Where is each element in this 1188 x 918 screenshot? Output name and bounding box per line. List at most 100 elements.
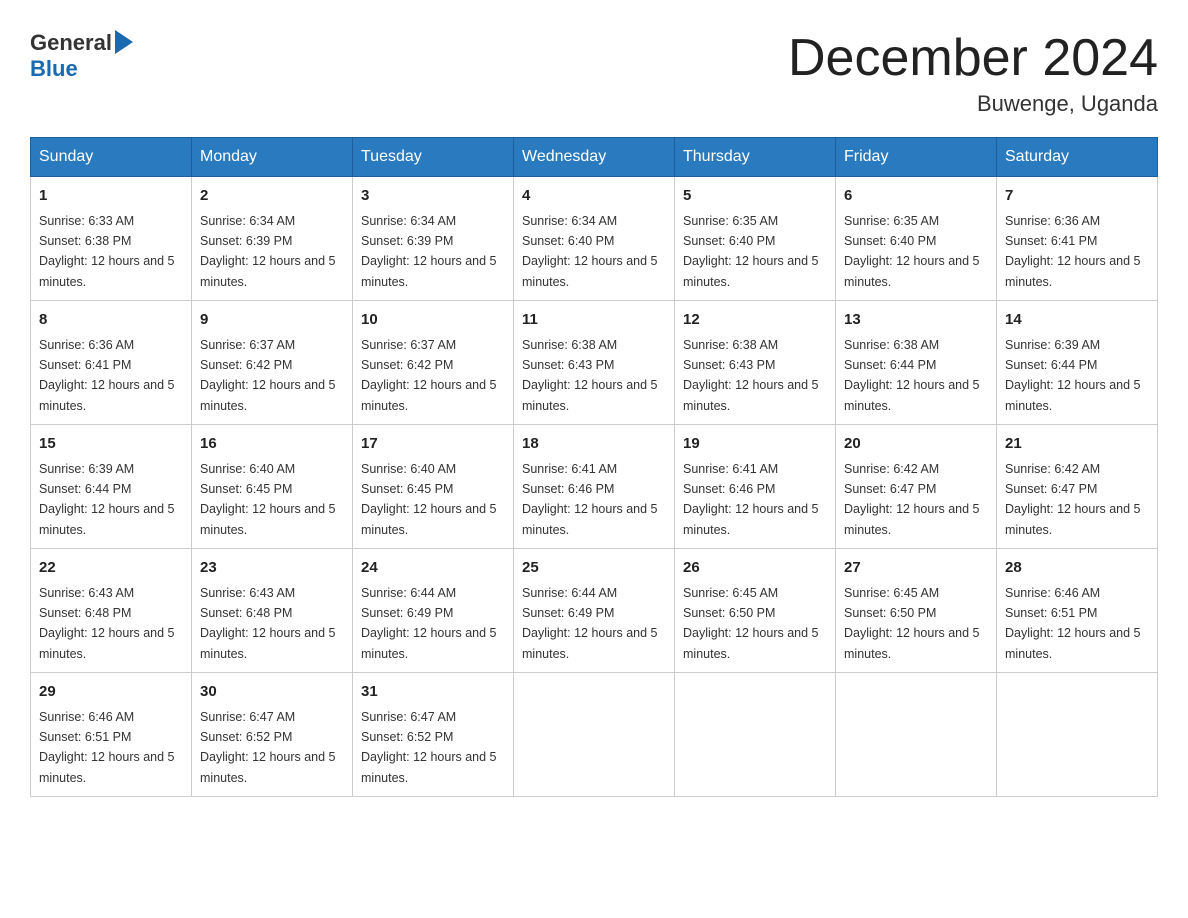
day-number: 19 (683, 433, 827, 456)
day-number: 16 (200, 433, 344, 456)
calendar-cell (997, 673, 1158, 797)
calendar-cell: 20 Sunrise: 6:42 AMSunset: 6:47 PMDayligh… (836, 425, 997, 549)
day-number: 20 (844, 433, 988, 456)
day-info: Sunrise: 6:43 AMSunset: 6:48 PMDaylight:… (200, 586, 336, 661)
calendar-table: SundayMondayTuesdayWednesdayThursdayFrid… (30, 137, 1158, 797)
day-info: Sunrise: 6:42 AMSunset: 6:47 PMDaylight:… (1005, 462, 1141, 537)
calendar-week-row: 1 Sunrise: 6:33 AMSunset: 6:38 PMDaylight… (31, 177, 1158, 301)
day-number: 9 (200, 309, 344, 332)
logo: General Blue (30, 30, 133, 82)
day-info: Sunrise: 6:34 AMSunset: 6:39 PMDaylight:… (361, 214, 497, 289)
day-number: 31 (361, 681, 505, 704)
day-info: Sunrise: 6:39 AMSunset: 6:44 PMDaylight:… (39, 462, 175, 537)
calendar-cell: 16 Sunrise: 6:40 AMSunset: 6:45 PMDayligh… (192, 425, 353, 549)
day-number: 14 (1005, 309, 1149, 332)
title-section: December 2024 Buwenge, Uganda (788, 30, 1158, 117)
weekday-header-tuesday: Tuesday (353, 138, 514, 177)
day-info: Sunrise: 6:38 AMSunset: 6:44 PMDaylight:… (844, 338, 980, 413)
location-subtitle: Buwenge, Uganda (788, 91, 1158, 117)
calendar-cell: 25 Sunrise: 6:44 AMSunset: 6:49 PMDayligh… (514, 549, 675, 673)
calendar-cell: 2 Sunrise: 6:34 AMSunset: 6:39 PMDaylight… (192, 177, 353, 301)
logo-triangle-icon (115, 30, 133, 54)
day-info: Sunrise: 6:42 AMSunset: 6:47 PMDaylight:… (844, 462, 980, 537)
calendar-cell: 27 Sunrise: 6:45 AMSunset: 6:50 PMDayligh… (836, 549, 997, 673)
day-info: Sunrise: 6:34 AMSunset: 6:40 PMDaylight:… (522, 214, 658, 289)
calendar-week-row: 22 Sunrise: 6:43 AMSunset: 6:48 PMDayligh… (31, 549, 1158, 673)
page-header: General Blue December 2024 Buwenge, Ugan… (30, 30, 1158, 117)
calendar-cell: 8 Sunrise: 6:36 AMSunset: 6:41 PMDaylight… (31, 301, 192, 425)
day-number: 2 (200, 185, 344, 208)
calendar-cell: 31 Sunrise: 6:47 AMSunset: 6:52 PMDayligh… (353, 673, 514, 797)
month-title: December 2024 (788, 30, 1158, 87)
calendar-cell: 4 Sunrise: 6:34 AMSunset: 6:40 PMDaylight… (514, 177, 675, 301)
day-number: 24 (361, 557, 505, 580)
day-info: Sunrise: 6:38 AMSunset: 6:43 PMDaylight:… (522, 338, 658, 413)
day-info: Sunrise: 6:44 AMSunset: 6:49 PMDaylight:… (522, 586, 658, 661)
day-info: Sunrise: 6:44 AMSunset: 6:49 PMDaylight:… (361, 586, 497, 661)
calendar-cell: 3 Sunrise: 6:34 AMSunset: 6:39 PMDaylight… (353, 177, 514, 301)
day-info: Sunrise: 6:38 AMSunset: 6:43 PMDaylight:… (683, 338, 819, 413)
day-info: Sunrise: 6:33 AMSunset: 6:38 PMDaylight:… (39, 214, 175, 289)
day-info: Sunrise: 6:41 AMSunset: 6:46 PMDaylight:… (522, 462, 658, 537)
calendar-cell: 1 Sunrise: 6:33 AMSunset: 6:38 PMDaylight… (31, 177, 192, 301)
day-number: 29 (39, 681, 183, 704)
calendar-cell: 22 Sunrise: 6:43 AMSunset: 6:48 PMDayligh… (31, 549, 192, 673)
weekday-header-friday: Friday (836, 138, 997, 177)
calendar-cell: 28Sunrise: 6:46 AMSunset: 6:51 PMDayligh… (997, 549, 1158, 673)
day-number: 21 (1005, 433, 1149, 456)
day-info: Sunrise: 6:43 AMSunset: 6:48 PMDaylight:… (39, 586, 175, 661)
weekday-header-sunday: Sunday (31, 138, 192, 177)
day-number: 8 (39, 309, 183, 332)
day-number: 7 (1005, 185, 1149, 208)
calendar-cell (514, 673, 675, 797)
day-info: Sunrise: 6:40 AMSunset: 6:45 PMDaylight:… (200, 462, 336, 537)
day-number: 5 (683, 185, 827, 208)
day-info: Sunrise: 6:39 AMSunset: 6:44 PMDaylight:… (1005, 338, 1141, 413)
weekday-header-monday: Monday (192, 138, 353, 177)
calendar-cell (675, 673, 836, 797)
day-number: 25 (522, 557, 666, 580)
calendar-cell: 29Sunrise: 6:46 AMSunset: 6:51 PMDayligh… (31, 673, 192, 797)
day-number: 10 (361, 309, 505, 332)
day-number: 27 (844, 557, 988, 580)
day-info: Sunrise: 6:47 AMSunset: 6:52 PMDaylight:… (200, 710, 336, 785)
day-number: 3 (361, 185, 505, 208)
calendar-cell: 26 Sunrise: 6:45 AMSunset: 6:50 PMDayligh… (675, 549, 836, 673)
weekday-header-wednesday: Wednesday (514, 138, 675, 177)
calendar-cell: 12 Sunrise: 6:38 AMSunset: 6:43 PMDayligh… (675, 301, 836, 425)
day-number: 18 (522, 433, 666, 456)
day-info: Sunrise: 6:35 AMSunset: 6:40 PMDaylight:… (844, 214, 980, 289)
day-info: Sunrise: 6:47 AMSunset: 6:52 PMDaylight:… (361, 710, 497, 785)
day-info: Sunrise: 6:34 AMSunset: 6:39 PMDaylight:… (200, 214, 336, 289)
day-number: 22 (39, 557, 183, 580)
day-number: 30 (200, 681, 344, 704)
day-number: 23 (200, 557, 344, 580)
day-number: 4 (522, 185, 666, 208)
calendar-cell: 21 Sunrise: 6:42 AMSunset: 6:47 PMDayligh… (997, 425, 1158, 549)
calendar-cell: 15Sunrise: 6:39 AMSunset: 6:44 PMDayligh… (31, 425, 192, 549)
calendar-cell (836, 673, 997, 797)
day-info: Sunrise: 6:37 AMSunset: 6:42 PMDaylight:… (361, 338, 497, 413)
calendar-cell: 11Sunrise: 6:38 AMSunset: 6:43 PMDayligh… (514, 301, 675, 425)
day-info: Sunrise: 6:41 AMSunset: 6:46 PMDaylight:… (683, 462, 819, 537)
weekday-header-thursday: Thursday (675, 138, 836, 177)
calendar-cell: 13 Sunrise: 6:38 AMSunset: 6:44 PMDayligh… (836, 301, 997, 425)
logo-blue-text: Blue (30, 56, 78, 82)
day-number: 26 (683, 557, 827, 580)
weekday-header-row: SundayMondayTuesdayWednesdayThursdayFrid… (31, 138, 1158, 177)
day-info: Sunrise: 6:36 AMSunset: 6:41 PMDaylight:… (39, 338, 175, 413)
day-number: 17 (361, 433, 505, 456)
logo-general-text: General (30, 30, 112, 56)
day-info: Sunrise: 6:40 AMSunset: 6:45 PMDaylight:… (361, 462, 497, 537)
day-info: Sunrise: 6:45 AMSunset: 6:50 PMDaylight:… (844, 586, 980, 661)
day-number: 1 (39, 185, 183, 208)
day-number: 12 (683, 309, 827, 332)
day-number: 6 (844, 185, 988, 208)
day-info: Sunrise: 6:45 AMSunset: 6:50 PMDaylight:… (683, 586, 819, 661)
calendar-cell: 10 Sunrise: 6:37 AMSunset: 6:42 PMDayligh… (353, 301, 514, 425)
calendar-week-row: 8 Sunrise: 6:36 AMSunset: 6:41 PMDaylight… (31, 301, 1158, 425)
day-number: 13 (844, 309, 988, 332)
calendar-cell: 24 Sunrise: 6:44 AMSunset: 6:49 PMDayligh… (353, 549, 514, 673)
calendar-cell: 7Sunrise: 6:36 AMSunset: 6:41 PMDaylight… (997, 177, 1158, 301)
calendar-cell: 9Sunrise: 6:37 AMSunset: 6:42 PMDaylight… (192, 301, 353, 425)
